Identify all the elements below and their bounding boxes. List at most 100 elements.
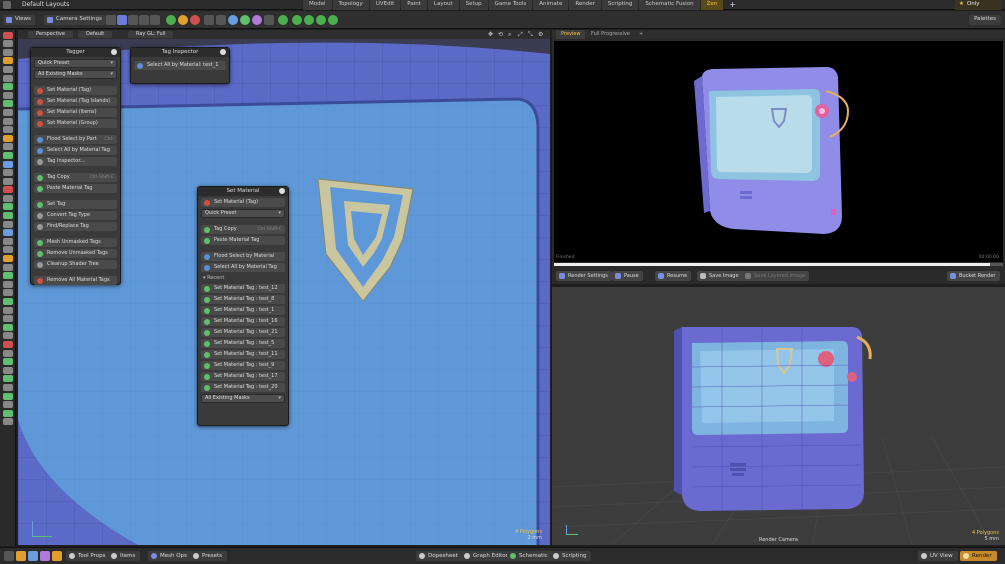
snapping-icon[interactable]	[190, 15, 200, 25]
tool-icon-16[interactable]	[3, 160, 13, 168]
action-center-icon[interactable]	[166, 15, 176, 25]
tool-icon-36[interactable]	[3, 332, 13, 340]
fit-view-icon[interactable]: ⤢	[518, 31, 523, 39]
close-icon[interactable]	[220, 49, 226, 55]
recent-item[interactable]: Set Material Tag : test_17	[201, 372, 285, 381]
tool-icon-19[interactable]	[3, 186, 13, 194]
cleanup-shader-tree-button[interactable]: Cleanup Shader Tree	[34, 260, 117, 269]
tag-inspector-button[interactable]: Tag Inspector...	[34, 157, 117, 166]
recent-item[interactable]: Set Material Tag : test_11	[201, 350, 285, 359]
dopesheet-button[interactable]: Dopesheet	[416, 551, 463, 561]
flood-select-part-button[interactable]: Flood Select by Part Ctrl-	[34, 135, 117, 144]
sm-mask-select[interactable]: All Existing Masks	[201, 394, 285, 403]
views-button[interactable]: Views	[3, 15, 35, 25]
bucket-render-button[interactable]: Bucket Render	[947, 271, 1000, 281]
play-icon[interactable]	[292, 15, 302, 25]
close-icon[interactable]	[111, 49, 117, 55]
paste-material-tag-button[interactable]: Paste Material Tag	[34, 184, 117, 193]
tool-icon-11[interactable]	[3, 117, 13, 125]
polygon-mode-icon[interactable]	[139, 15, 149, 25]
tool-icon-27[interactable]	[3, 255, 13, 263]
tool-icon-4[interactable]	[3, 57, 13, 65]
tab-topology[interactable]: Topology	[332, 0, 369, 10]
mode-s-icon[interactable]	[52, 551, 62, 561]
tool-icon-42[interactable]	[3, 383, 13, 391]
tool-icon-7[interactable]	[3, 83, 13, 91]
vertex-mode-icon[interactable]	[117, 15, 127, 25]
tool-icon-15[interactable]	[3, 151, 13, 159]
shading-tab[interactable]: Default	[78, 31, 113, 38]
edge-mode-icon[interactable]	[128, 15, 138, 25]
zoom-view-icon[interactable]: ⌕	[508, 31, 511, 39]
tool-icon-29[interactable]	[3, 272, 13, 280]
tool-icon-1[interactable]	[3, 31, 13, 39]
camera-toggle-icon[interactable]	[328, 15, 338, 25]
remove-all-material-tags-button[interactable]: Remove All Material Tags	[34, 276, 117, 285]
tool-icon-22[interactable]	[3, 212, 13, 220]
tab-game-tools[interactable]: Game Tools	[488, 0, 533, 10]
recent-item[interactable]: Set Material Tag : test_16	[201, 317, 285, 326]
tool-icon-43[interactable]	[3, 392, 13, 400]
pause-button[interactable]: Pause	[612, 271, 643, 281]
sm-tag-copy-button[interactable]: Tag Copy Ctrl-Shift-C	[201, 225, 285, 234]
recent-item[interactable]: Set Material Tag : test_21	[201, 328, 285, 337]
tool-icon-46[interactable]	[3, 418, 13, 426]
tab-preview[interactable]: Preview	[556, 30, 586, 39]
tool-icon-26[interactable]	[3, 246, 13, 254]
maximize-icon[interactable]: ⤡	[528, 31, 533, 39]
tool-icon-32[interactable]	[3, 298, 13, 305]
tab-setup[interactable]: Setup	[459, 0, 488, 10]
tool-icon-25[interactable]	[3, 237, 13, 245]
tool-icon-9[interactable]	[3, 100, 13, 108]
tool-icon-5[interactable]	[3, 65, 13, 73]
item-mode-icon[interactable]	[150, 15, 160, 25]
tool-icon-45[interactable]	[3, 409, 13, 417]
green-sphere-icon[interactable]	[240, 15, 250, 25]
menu-icon[interactable]	[3, 1, 11, 9]
preview-render[interactable]: Finished 00:00:00	[554, 41, 1003, 262]
tab-layout[interactable]: Layout	[427, 0, 459, 10]
recent-item[interactable]: Set Material Tag : test_9	[201, 361, 285, 370]
sm-preset-select[interactable]: Quick Preset	[201, 209, 285, 218]
tool-icon-10[interactable]	[3, 108, 13, 116]
presets-button[interactable]: Presets	[190, 551, 228, 561]
tool-icon-6[interactable]	[3, 74, 13, 82]
tool-icon-21[interactable]	[3, 203, 13, 211]
items-button[interactable]: Items	[108, 551, 141, 561]
mesh-ops-button[interactable]: Mesh Ops	[148, 551, 192, 561]
render-settings-button[interactable]: Render Settings	[556, 271, 612, 281]
only-toggle[interactable]: ★ Only	[955, 0, 1001, 10]
tab-scripting[interactable]: Scripting	[601, 0, 639, 10]
select-all-material-button[interactable]: Select All by Material Tag	[34, 146, 117, 155]
tagger-mask-select[interactable]: All Existing Masks	[34, 70, 117, 79]
tool-icon-17[interactable]	[3, 169, 13, 177]
tab-render[interactable]: Render	[569, 0, 601, 10]
tool-icon-37[interactable]	[3, 340, 13, 348]
tool-icon-44[interactable]	[3, 401, 13, 409]
tool-icon-8[interactable]	[3, 91, 13, 99]
perspective-tab[interactable]: Perspective	[28, 31, 73, 38]
sphere-icon[interactable]	[228, 15, 238, 25]
tab-schematic-fusion[interactable]: Schematic Fusion	[639, 0, 700, 10]
set-tag-button[interactable]: Set Tag	[34, 200, 117, 209]
set-material-islands-button[interactable]: Set Material (Tag Islands)	[34, 97, 117, 106]
tool-icon-18[interactable]	[3, 177, 13, 185]
tool-icon-24[interactable]	[3, 229, 13, 237]
render-icon[interactable]	[278, 15, 288, 25]
symmetry-icon[interactable]	[204, 15, 214, 25]
find-replace-tag-button[interactable]: Find/Replace Tag	[34, 222, 117, 231]
tab-uvedit[interactable]: UVEdit	[369, 0, 401, 10]
set-material-group-button[interactable]: Set Material (Group)	[34, 119, 117, 128]
record-icon[interactable]	[304, 15, 314, 25]
tool-icon-35[interactable]	[3, 323, 13, 331]
tool-icon-28[interactable]	[3, 263, 13, 271]
recent-item[interactable]: Set Material Tag : test_8	[201, 295, 285, 304]
scripting-button[interactable]: Scripting	[550, 551, 592, 561]
save-layered-image-button[interactable]: Save Layered Image	[742, 271, 810, 281]
tab-paint[interactable]: Paint	[401, 0, 427, 10]
mode-f-icon[interactable]	[28, 551, 38, 561]
recent-item[interactable]: Set Material Tag : test_20	[201, 383, 285, 392]
sm-set-material-tag-button[interactable]: Set Material (Tag)	[201, 198, 285, 207]
mode-m-icon[interactable]	[16, 551, 26, 561]
rotate-view-icon[interactable]: ⟲	[498, 31, 503, 38]
